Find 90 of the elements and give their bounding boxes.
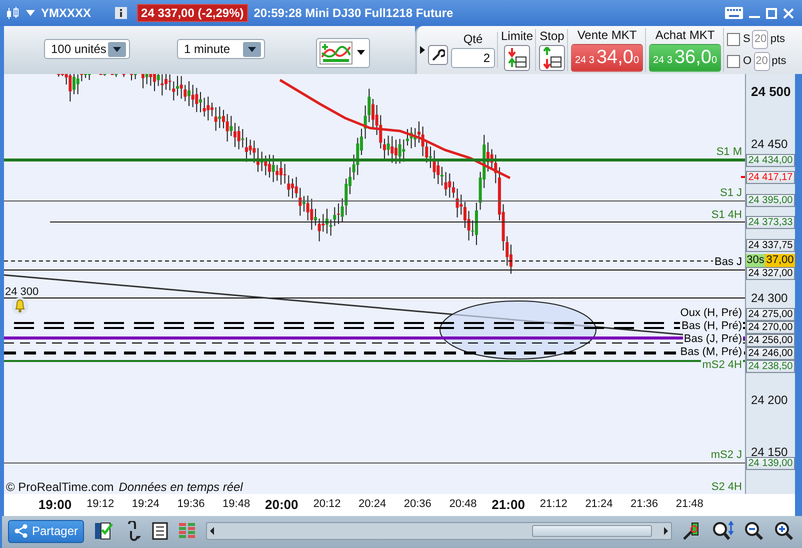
price-tick-label: 24 300 [751, 290, 788, 306]
level-label: S2 4H [710, 481, 743, 493]
level-label: Bas (M, Pré) [679, 346, 743, 358]
price-tag: 24 417,17 [746, 171, 795, 184]
share-button[interactable]: Partager [8, 520, 84, 542]
maximize-icon[interactable] [766, 8, 777, 18]
time-tick-label: 20:24 [358, 498, 388, 510]
price-tag: 24 139,00 [746, 457, 795, 470]
units-dropdown[interactable]: 100 unités [44, 39, 130, 59]
tick-mark-icon [741, 176, 745, 178]
info-icon[interactable] [115, 7, 128, 19]
time-tick-label: 20:00 [264, 497, 300, 512]
option-label: S [743, 33, 750, 45]
scrollbar-thumb[interactable] [532, 525, 652, 537]
scroll-right-icon[interactable] [661, 524, 671, 538]
expand-arrow-icon[interactable] [420, 46, 425, 54]
time-tick-label: 21:48 [674, 498, 704, 510]
price-tag: 24 246,00 [746, 347, 795, 360]
level-label: Bas (J, Pré) [682, 333, 743, 345]
price-tag: 24 238,50 [746, 360, 795, 373]
settings-button[interactable] [428, 45, 448, 65]
candlestick-icon[interactable] [6, 6, 20, 20]
stop-order-button[interactable] [539, 45, 566, 71]
level-label: S1 M [715, 146, 743, 158]
time-tick-label: 20:36 [402, 498, 432, 510]
sell-label: Vente MKT [577, 28, 637, 42]
level-label: S1 4H [710, 209, 743, 221]
level-label: Bas J [713, 256, 743, 268]
time-tick-label: 21:36 [630, 498, 660, 510]
symbol-name[interactable]: YMXXXX [41, 6, 92, 20]
price-tag: 24 270,00 [746, 321, 795, 334]
bell-icon[interactable] [11, 297, 29, 315]
data-feed-text: Données en temps réel [118, 480, 243, 494]
document-icon[interactable] [152, 522, 168, 540]
time-tick-label: 19:12 [86, 498, 116, 510]
time-tick-label: 20:48 [448, 498, 478, 510]
price-tag: 24 373,33 [746, 216, 795, 229]
close-icon[interactable] [783, 8, 794, 18]
unit-label: pts [772, 55, 786, 67]
time-tick-label: 19:24 [130, 498, 160, 510]
keyboard-icon[interactable] [725, 7, 743, 19]
level-label: S1 J [718, 187, 743, 199]
price-tag: 24 434,00 [746, 154, 795, 167]
quantity-label: Qté [463, 32, 483, 46]
price-tick-label: 24 150 [751, 444, 788, 459]
indicators-button[interactable] [316, 38, 370, 68]
level-label: mS2 4H [701, 359, 743, 371]
time-tick-label: 20:12 [312, 498, 342, 510]
price-tick-label: 24 500 [751, 84, 791, 100]
period-dropdown[interactable]: 1 minute [177, 39, 265, 59]
price-tick-label: 24 200 [751, 392, 788, 408]
caret-icon[interactable] [356, 50, 366, 56]
zoom-fit-icon[interactable] [712, 521, 734, 541]
stop-label: Stop [540, 29, 564, 43]
time-tick-label: 19:00 [37, 497, 73, 512]
time-tick-label: 21:12 [538, 498, 568, 510]
line-label: 24 300 [5, 286, 39, 298]
copyright-text: © ProRealTime.com [6, 480, 114, 494]
points-field[interactable]: 20 [754, 52, 770, 70]
price-tag: 24 337,75 [746, 239, 795, 252]
time-tick-label: 21:24 [584, 498, 614, 510]
points-field[interactable]: 20 [752, 30, 768, 48]
layout-check-icon[interactable] [94, 521, 114, 541]
time-tick-label: 19:48 [222, 498, 252, 510]
zoom-out-icon[interactable] [744, 521, 764, 541]
countdown-timer: 30s [746, 254, 765, 267]
price-tag: 24 327,00 [746, 267, 795, 280]
time-tick-label: 21:00 [490, 497, 526, 512]
price-tag: 24 256,00 [746, 334, 795, 347]
checkbox[interactable] [727, 32, 740, 46]
price-tag: 24 395,00 [746, 194, 795, 207]
price-tick-label: 24 450 [751, 136, 788, 152]
limit-label: Limite [501, 29, 534, 43]
horizontal-scrollbar[interactable] [206, 522, 672, 540]
instrument-info: 20:59:28 Mini DJ30 Full1218 Future [254, 6, 454, 20]
share-icon [14, 524, 28, 538]
zoom-in-icon[interactable] [774, 521, 794, 541]
unit-label: pts [770, 33, 786, 45]
level-label: Bas (H, Pré) [680, 320, 743, 332]
level-label: mS2 J [710, 449, 743, 461]
last-price-tag: 37,00 [765, 254, 795, 267]
buy-label: Achat MKT [655, 28, 715, 42]
limit-order-button[interactable] [504, 45, 530, 71]
level-label: Oux (H, Pré) [679, 307, 743, 319]
option-label: O [743, 55, 752, 67]
checkbox[interactable] [727, 54, 740, 68]
quantity-field[interactable]: 2 [451, 48, 495, 68]
price-change-badge: 24 337,00 (-2,29%) [137, 4, 248, 22]
time-tick-label: 19:36 [176, 498, 206, 510]
price-tag: 24 275,00 [746, 308, 795, 321]
